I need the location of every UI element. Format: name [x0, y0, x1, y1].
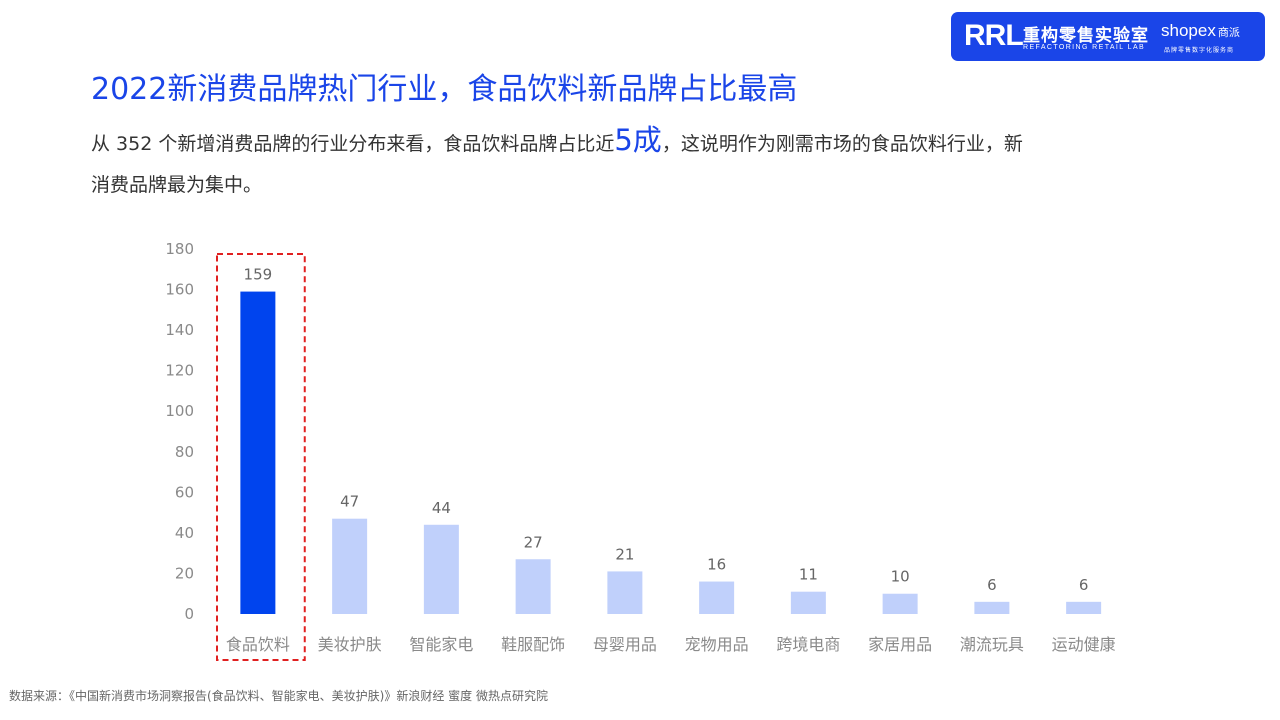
y-tick-label: 0 [184, 605, 194, 623]
bar [882, 593, 918, 614]
value-label: 159 [244, 266, 273, 284]
bar [790, 591, 826, 614]
category-label: 智能家电 [409, 635, 473, 654]
category-label: 母婴用品 [593, 635, 657, 654]
bar [974, 601, 1010, 614]
value-label: 6 [1079, 576, 1089, 594]
value-label: 27 [524, 533, 543, 551]
value-label: 21 [615, 545, 634, 563]
y-tick-label: 100 [165, 402, 194, 420]
category-label: 食品饮料 [226, 635, 290, 654]
value-label: 47 [340, 493, 359, 511]
value-label: 6 [987, 576, 997, 594]
bars [240, 291, 1102, 614]
value-label: 44 [432, 499, 451, 517]
y-tick-label: 20 [175, 564, 194, 582]
data-source: 数据来源：《中国新消费市场洞察报告(食品饮料、智能家电、美妆护肤)》新浪财经 蜜… [9, 689, 548, 703]
x-axis: 食品饮料 美妆护肤 智能家电 鞋服配饰 母婴用品 宠物用品 跨境电商 家居用品 潮流玩具 运动健康 [226, 635, 1116, 654]
y-tick-label: 180 [165, 240, 194, 258]
value-label: 11 [799, 566, 818, 584]
category-label: 鞋服配饰 [501, 635, 565, 654]
category-label: 家居用品 [868, 635, 932, 654]
y-axis: 0 20 40 60 80 100 120 140 160 180 [165, 240, 194, 623]
y-tick-label: 120 [165, 362, 194, 380]
category-label: 美妆护肤 [318, 635, 382, 654]
y-tick-label: 80 [175, 443, 194, 461]
y-tick-label: 40 [175, 524, 194, 542]
value-label: 10 [891, 568, 910, 586]
y-tick-label: 60 [175, 483, 194, 501]
category-label: 跨境电商 [776, 635, 840, 654]
category-label: 潮流玩具 [960, 635, 1024, 654]
value-labels: 159 47 44 27 21 16 11 10 6 6 [244, 266, 1089, 594]
y-tick-label: 140 [165, 321, 194, 339]
bar [423, 524, 459, 614]
y-tick-label: 160 [165, 281, 194, 299]
category-label: 宠物用品 [685, 635, 749, 654]
bar [699, 581, 735, 614]
bar [1066, 601, 1102, 614]
bar [515, 559, 551, 614]
bar [332, 518, 368, 614]
bar [607, 571, 643, 614]
category-label: 运动健康 [1052, 635, 1116, 654]
bar [240, 291, 276, 614]
bar-chart: 0 20 40 60 80 100 120 140 160 180 159 47 44 27 21 16 11… [165, 240, 1116, 661]
value-label: 16 [707, 556, 726, 574]
